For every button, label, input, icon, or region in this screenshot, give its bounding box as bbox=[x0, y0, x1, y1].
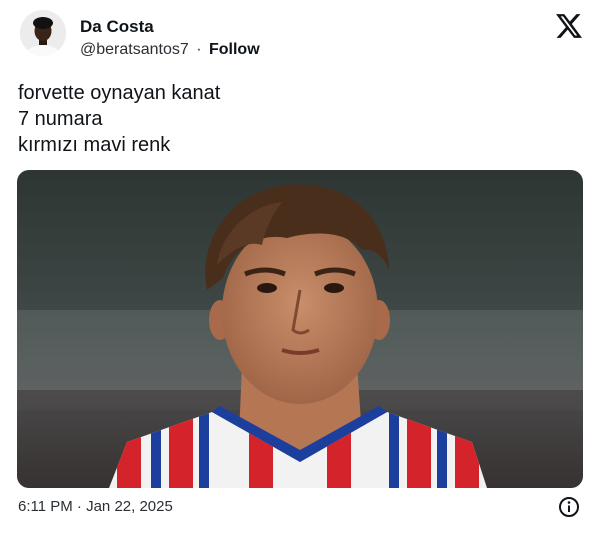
tweet-header: Da Costa @beratsantos7 · Follow bbox=[0, 0, 600, 80]
tweet-timestamp[interactable]: 6:11 PM · Jan 22, 2025 bbox=[18, 498, 173, 515]
author-handle[interactable]: @beratsantos7 bbox=[80, 41, 189, 58]
author-handle-row: @beratsantos7 · Follow bbox=[80, 41, 260, 59]
timestamp-separator: · bbox=[76, 498, 82, 515]
tweet-line: kırmızı mavi renk bbox=[18, 134, 171, 156]
player-photo bbox=[17, 170, 583, 488]
tweet-media[interactable] bbox=[17, 170, 583, 488]
x-logo-icon[interactable] bbox=[556, 14, 582, 38]
tweet-date: Jan 22, 2025 bbox=[86, 498, 173, 515]
author-name[interactable]: Da Costa bbox=[80, 17, 154, 37]
tweet-line: 7 numara bbox=[18, 108, 103, 130]
info-icon[interactable] bbox=[558, 496, 580, 518]
tweet-line: forvette oynayan kanat bbox=[18, 82, 221, 104]
handle-separator: · bbox=[196, 41, 202, 58]
tweet-text: forvette oynayan kanat 7 numara kırmızı … bbox=[18, 80, 578, 158]
avatar[interactable] bbox=[20, 10, 66, 56]
tweet-time: 6:11 PM bbox=[18, 498, 73, 515]
avatar-image bbox=[20, 10, 66, 56]
follow-button[interactable]: Follow bbox=[209, 41, 260, 58]
